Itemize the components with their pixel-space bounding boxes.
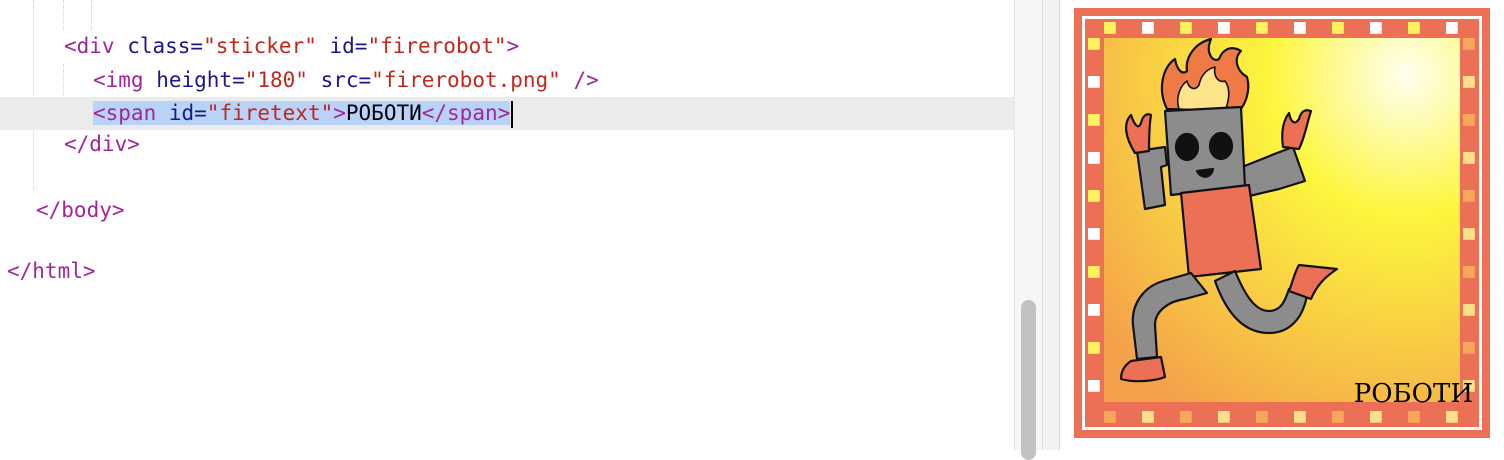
sticker-frame: РОБОТИ bbox=[1085, 19, 1479, 427]
code-token: "sticker" bbox=[203, 34, 317, 58]
code-token: </div> bbox=[64, 132, 140, 156]
code-token: > bbox=[506, 34, 520, 58]
code-token: > bbox=[333, 101, 346, 125]
checker-square bbox=[1256, 411, 1268, 423]
preview-pane: РОБОТИ bbox=[1060, 0, 1504, 450]
checker-square bbox=[1463, 228, 1475, 240]
checker-square bbox=[1180, 22, 1192, 34]
code-token: "firetext" bbox=[206, 101, 334, 125]
checker-square bbox=[1463, 266, 1475, 278]
code-token: "firerobot" bbox=[367, 34, 507, 58]
code-token: </span> bbox=[421, 101, 511, 125]
checker-square bbox=[1332, 411, 1344, 423]
checker-square bbox=[1104, 22, 1116, 34]
code-token: class= bbox=[127, 34, 204, 58]
code-token: РОБОТИ bbox=[345, 101, 422, 125]
code-token: id= bbox=[316, 34, 368, 58]
checker-square bbox=[1088, 228, 1100, 240]
code-editor[interactable]: <div class="sticker" id="firerobot"> <img… bbox=[0, 0, 1014, 450]
pane-splitter[interactable] bbox=[1042, 0, 1060, 450]
checker-square bbox=[1463, 38, 1475, 50]
checker-square bbox=[1088, 114, 1100, 126]
checker-square bbox=[1088, 76, 1100, 88]
checker-square bbox=[1256, 22, 1268, 34]
checker-square bbox=[1294, 411, 1306, 423]
code-line[interactable] bbox=[0, 161, 1014, 194]
code-token: </body> bbox=[36, 198, 125, 222]
code-line-content: <span id="firetext">РОБОТИ</span> bbox=[93, 97, 514, 130]
indent-guide bbox=[63, 0, 64, 30]
checker-square bbox=[1446, 411, 1458, 423]
checker-square bbox=[1332, 22, 1344, 34]
code-line[interactable]: <div class="sticker" id="firerobot"> bbox=[0, 30, 1014, 63]
code-token: <span bbox=[93, 101, 169, 125]
checker-square bbox=[1463, 152, 1475, 164]
sticker: РОБОТИ bbox=[1074, 8, 1490, 438]
checker-square bbox=[1463, 304, 1475, 316]
code-token: <img bbox=[93, 68, 157, 92]
code-line-content: <img height="180" src="firerobot.png" /> bbox=[93, 64, 599, 97]
code-line[interactable]: </body> bbox=[0, 194, 1014, 227]
checker-square bbox=[1446, 22, 1458, 34]
checker-square bbox=[1088, 38, 1100, 50]
checker-square bbox=[1463, 76, 1475, 88]
checker-square bbox=[1463, 342, 1475, 354]
code-token: /> bbox=[560, 68, 599, 92]
code-token: "180" bbox=[244, 68, 308, 92]
text-cursor bbox=[511, 100, 514, 128]
checker-square bbox=[1294, 22, 1306, 34]
code-line[interactable]: <img height="180" src="firerobot.png" /> bbox=[0, 64, 1014, 97]
checker-square bbox=[1463, 114, 1475, 126]
code-token: "firerobot.png" bbox=[371, 68, 561, 92]
checker-square bbox=[1088, 190, 1100, 202]
code-token: src= bbox=[307, 68, 372, 92]
code-token: id= bbox=[168, 101, 207, 125]
indent-guide bbox=[91, 0, 92, 30]
checker-square bbox=[1142, 22, 1154, 34]
checker-square bbox=[1088, 304, 1100, 316]
code-line[interactable]: </div> bbox=[0, 128, 1014, 161]
code-line-content: </body> bbox=[36, 194, 125, 227]
code-line[interactable]: <span id="firetext">РОБОТИ</span> bbox=[0, 97, 1014, 130]
sticker-artwork bbox=[1088, 22, 1475, 423]
checker-square bbox=[1088, 152, 1100, 164]
editor-scrollbar[interactable] bbox=[1014, 0, 1043, 460]
checker-square bbox=[1218, 411, 1230, 423]
checker-square bbox=[1370, 22, 1382, 34]
checker-square bbox=[1088, 342, 1100, 354]
code-token: </html> bbox=[7, 259, 96, 283]
checker-square bbox=[1104, 411, 1116, 423]
code-token: height= bbox=[156, 68, 245, 92]
checker-square bbox=[1408, 411, 1420, 423]
code-line-content: </html> bbox=[7, 255, 96, 288]
checker-square bbox=[1218, 22, 1230, 34]
checker-square bbox=[1370, 411, 1382, 423]
checker-square bbox=[1088, 380, 1100, 392]
scrollbar-thumb[interactable] bbox=[1021, 300, 1036, 460]
code-line[interactable] bbox=[0, 224, 1014, 257]
checker-square bbox=[1142, 411, 1154, 423]
code-line-content: </div> bbox=[64, 128, 140, 161]
checker-square bbox=[1463, 190, 1475, 202]
checker-square bbox=[1408, 22, 1420, 34]
code-line-content: <div class="sticker" id="firerobot"> bbox=[64, 30, 519, 63]
checker-square bbox=[1088, 266, 1100, 278]
checker-square bbox=[1180, 411, 1192, 423]
sticker-caption: РОБОТИ bbox=[1353, 379, 1473, 409]
code-token: <div bbox=[64, 34, 128, 58]
code-line[interactable]: </html> bbox=[0, 255, 1014, 288]
